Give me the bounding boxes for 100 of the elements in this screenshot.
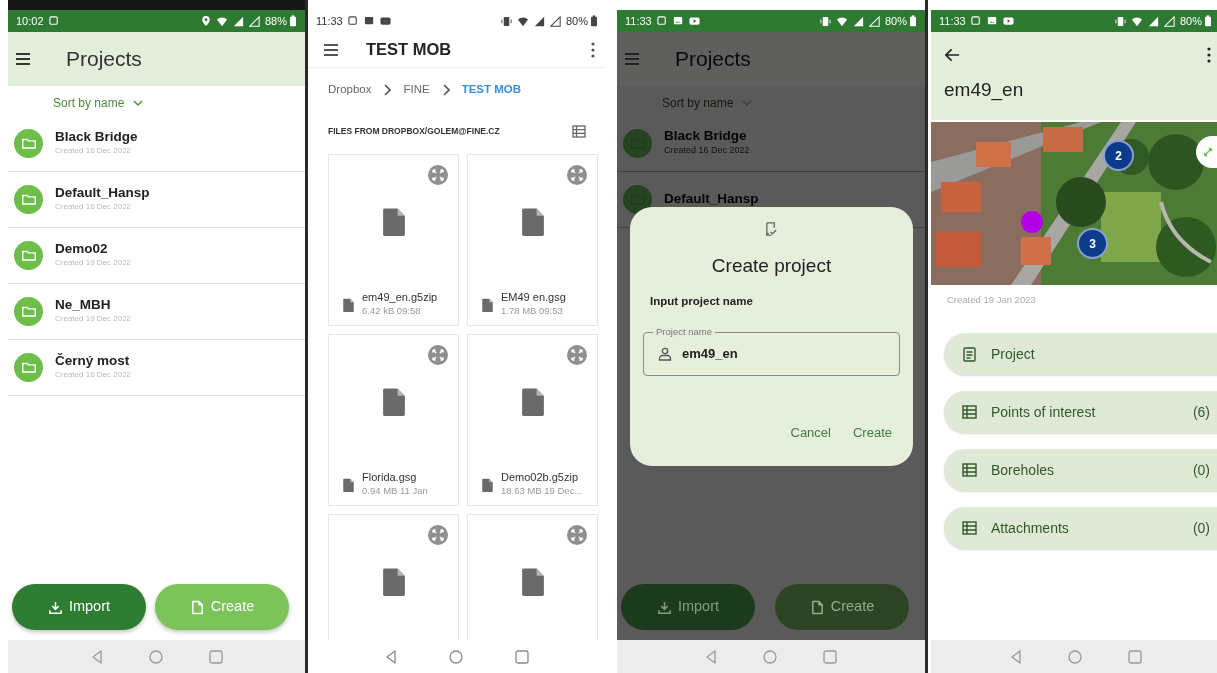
chevron-right-icon [383, 84, 392, 96]
list-view-icon[interactable] [572, 124, 586, 138]
file-icon [482, 477, 493, 492]
signal-icon [1147, 15, 1159, 27]
more-icon[interactable] [590, 40, 596, 59]
project-name: Ne_MBH [55, 298, 112, 313]
wifi-icon [1130, 15, 1143, 27]
item-count: (6) [1192, 402, 1210, 422]
signal-icon [232, 15, 244, 27]
chevron-down-icon [741, 98, 754, 108]
breadcrumb-link[interactable]: FINE [403, 81, 430, 99]
file-icon [382, 567, 405, 596]
file-icon [521, 567, 544, 596]
create-button[interactable]: Create [844, 420, 900, 444]
battery-level: 80% [1179, 13, 1202, 29]
home-icon[interactable] [147, 648, 164, 665]
file-card[interactable] [467, 514, 598, 640]
sort-dropdown[interactable]: Sort by name [53, 92, 145, 114]
vibrate-icon [500, 15, 512, 27]
status-time: 10:02 [16, 13, 44, 29]
download-icon [656, 599, 672, 615]
recents-icon[interactable] [207, 648, 224, 665]
section-button[interactable]: Points of interest (6) [944, 391, 1217, 434]
download-icon [47, 599, 63, 615]
fullscreen-icon[interactable] [567, 525, 587, 545]
home-icon[interactable] [1066, 648, 1083, 665]
section-button[interactable]: Attachments (0) [944, 507, 1217, 550]
back-arrow-icon[interactable] [944, 47, 961, 63]
table-icon [962, 462, 977, 478]
image-icon [363, 15, 375, 27]
file-icon [382, 387, 405, 416]
battery-level: 80% [565, 13, 588, 29]
file-card[interactable] [328, 514, 459, 640]
back-icon[interactable] [704, 648, 718, 665]
status-time: 11:33 [316, 13, 343, 29]
menu-icon[interactable] [14, 50, 32, 68]
screen-title: Projects [675, 46, 751, 73]
file-icon [382, 207, 405, 236]
file-icon [521, 207, 544, 236]
breadcrumb-link[interactable]: TEST MOB [461, 81, 522, 99]
recents-icon[interactable] [514, 648, 530, 665]
video-icon [688, 15, 700, 27]
section-button[interactable]: Project [944, 333, 1217, 376]
screen-title: Projects [66, 46, 142, 73]
fullscreen-icon[interactable] [428, 165, 448, 185]
project-name: Default_Hansp [55, 186, 150, 201]
file-name: Demo02b.g5zip [501, 471, 580, 484]
item-count: (0) [1192, 518, 1210, 538]
file-name: EM49 en.gsg [501, 291, 566, 304]
screen-title: TEST MOB [366, 39, 453, 61]
video-icon [1002, 15, 1014, 27]
signal-icon [852, 15, 864, 27]
video-icon [379, 15, 391, 27]
notification-icon [970, 15, 982, 27]
image-icon [986, 15, 998, 27]
fullscreen-icon[interactable] [428, 525, 448, 545]
breadcrumb-link[interactable]: Dropbox [328, 81, 372, 99]
notification-icon [656, 15, 668, 27]
import-button[interactable]: Import [621, 584, 755, 630]
file-card[interactable]: em49_en.g5zip 6.42 kB 09:58 [328, 154, 459, 326]
recents-icon[interactable] [1126, 648, 1143, 665]
chevron-down-icon [132, 98, 145, 108]
back-icon[interactable] [384, 648, 398, 665]
resize-icon [1201, 145, 1215, 159]
file-icon [521, 387, 544, 416]
file-icon [343, 297, 354, 312]
status-time: 11:33 [625, 13, 652, 29]
document-icon [809, 599, 825, 615]
file-card[interactable]: EM49 en.gsg 1.78 MB 09:53 [467, 154, 598, 326]
file-card[interactable]: Florida.gsg 0.94 MB 11 Jan [328, 334, 459, 506]
status-time: 11:33 [939, 13, 966, 29]
section-button[interactable]: Boreholes (0) [944, 449, 1217, 492]
file-info: 0.94 MB 11 Jan [362, 483, 428, 498]
signal-icon [868, 15, 880, 27]
create-button[interactable]: Create [775, 584, 909, 630]
fullscreen-icon[interactable] [428, 345, 448, 365]
document-icon [962, 346, 977, 362]
import-button[interactable]: Import [12, 584, 146, 630]
table-icon [962, 404, 977, 420]
more-icon[interactable] [1206, 46, 1212, 64]
fullscreen-icon[interactable] [567, 345, 587, 365]
file-name: Florida.gsg [362, 471, 418, 484]
fullscreen-icon[interactable] [567, 165, 587, 185]
item-count: (0) [1192, 460, 1210, 480]
table-icon [962, 520, 977, 536]
signal-icon [533, 15, 545, 27]
recents-icon[interactable] [822, 648, 838, 665]
cancel-button[interactable]: Cancel [782, 420, 839, 444]
wifi-icon [835, 15, 848, 27]
user-icon [658, 346, 672, 361]
battery-icon [909, 15, 917, 27]
home-icon[interactable] [762, 648, 778, 665]
document-icon [189, 599, 205, 615]
created-date: Created 16 Dec 2022 [664, 144, 750, 158]
section-heading: FILES FROM DROPBOX/GOLEM@FINE.CZ [328, 124, 500, 138]
file-card[interactable]: Demo02b.g5zip 18.63 MB 19 Dec... [467, 334, 598, 506]
notification-icon [347, 15, 359, 27]
home-icon[interactable] [448, 648, 464, 665]
project-name: Black Bridge [55, 130, 138, 145]
screen-title: em49_en [944, 78, 1025, 103]
